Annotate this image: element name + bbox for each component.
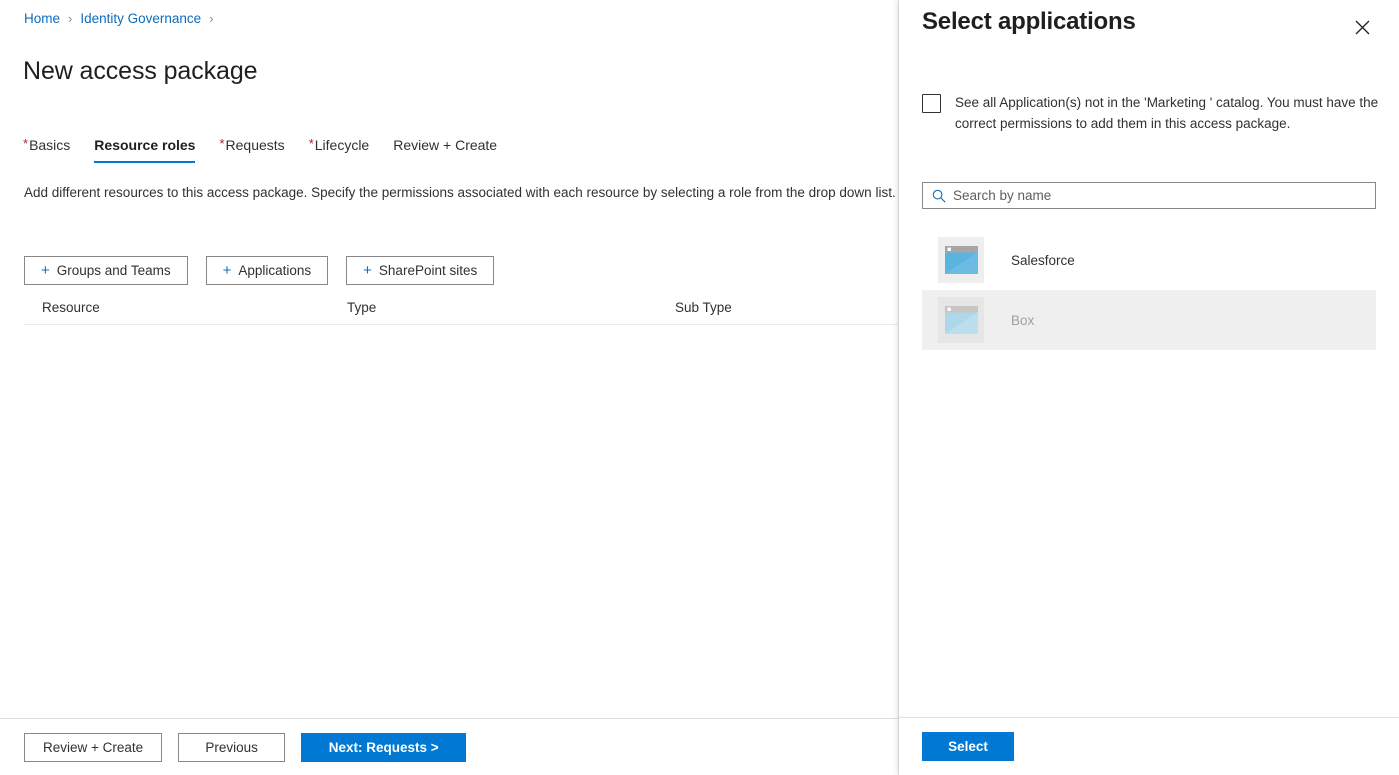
tab-label: Review + Create	[393, 137, 497, 153]
azure-portal-screen: Home › Identity Governance › New access …	[0, 0, 1399, 775]
select-applications-panel: Select applications See all Application(…	[899, 0, 1399, 775]
application-list-item: Box	[922, 290, 1376, 350]
required-asterisk: *	[219, 136, 224, 151]
add-sharepoint-sites-button[interactable]: + SharePoint sites	[346, 256, 494, 285]
page-title: New access package	[23, 57, 257, 86]
breadcrumb-separator-icon: ›	[68, 11, 72, 26]
resource-table: Resource Type Sub Type	[24, 298, 899, 325]
panel-footer: Select	[899, 717, 1399, 775]
wizard-tabs: *Basics Resource roles *Requests *Lifecy…	[23, 136, 521, 166]
checkbox-label: See all Application(s) not in the 'Marke…	[955, 92, 1380, 134]
close-icon[interactable]	[1348, 13, 1376, 41]
button-label: SharePoint sites	[379, 263, 477, 278]
plus-icon: +	[41, 263, 50, 278]
button-label: Groups and Teams	[57, 263, 171, 278]
add-applications-button[interactable]: + Applications	[206, 256, 329, 285]
tab-resource-roles[interactable]: Resource roles	[94, 136, 195, 163]
review-create-button[interactable]: Review + Create	[24, 733, 162, 762]
search-box[interactable]	[922, 182, 1376, 209]
panel-header: Select applications	[899, 0, 1399, 52]
panel-title: Select applications	[922, 8, 1136, 36]
table-header-row: Resource Type Sub Type	[24, 298, 899, 325]
plus-icon: +	[363, 263, 372, 278]
breadcrumb-item-home[interactable]: Home	[24, 11, 60, 26]
application-list: Salesforce Box	[922, 230, 1376, 350]
tab-requests[interactable]: *Requests	[219, 136, 284, 163]
breadcrumb: Home › Identity Governance ›	[24, 11, 222, 26]
tab-basics[interactable]: *Basics	[23, 136, 70, 163]
tab-label: Basics	[29, 137, 70, 153]
previous-button[interactable]: Previous	[178, 733, 285, 762]
column-header-resource: Resource	[24, 300, 347, 315]
wizard-footer: Review + Create Previous Next: Requests …	[0, 718, 899, 775]
required-asterisk: *	[309, 136, 314, 151]
column-header-sub-type: Sub Type	[675, 300, 899, 315]
add-groups-and-teams-button[interactable]: + Groups and Teams	[24, 256, 188, 285]
column-header-type: Type	[347, 300, 675, 315]
tab-review-create[interactable]: Review + Create	[393, 136, 497, 163]
tab-label: Requests	[226, 137, 285, 153]
search-input[interactable]	[953, 183, 1375, 208]
button-label: Applications	[238, 263, 311, 278]
add-resource-buttons: + Groups and Teams + Applications + Shar…	[24, 256, 494, 285]
tab-lifecycle[interactable]: *Lifecycle	[309, 136, 370, 163]
see-all-applications-checkbox[interactable]: See all Application(s) not in the 'Marke…	[922, 92, 1380, 134]
application-list-item[interactable]: Salesforce	[922, 230, 1376, 290]
select-button[interactable]: Select	[922, 732, 1014, 761]
next-requests-button[interactable]: Next: Requests >	[301, 733, 466, 762]
application-name: Box	[1011, 313, 1034, 328]
new-access-package-blade: Home › Identity Governance › New access …	[0, 0, 899, 775]
breadcrumb-item-identity-governance[interactable]: Identity Governance	[80, 11, 201, 26]
application-name: Salesforce	[1011, 253, 1075, 268]
search-icon	[932, 189, 946, 203]
resource-roles-description: Add different resources to this access p…	[24, 181, 899, 205]
plus-icon: +	[223, 263, 232, 278]
tab-label: Resource roles	[94, 137, 195, 153]
tab-label: Lifecycle	[315, 137, 369, 153]
application-icon	[938, 237, 984, 283]
required-asterisk: *	[23, 136, 28, 151]
breadcrumb-separator-icon: ›	[209, 11, 213, 26]
checkbox-box-icon	[922, 94, 941, 113]
description-text: Add different resources to this access p…	[24, 185, 896, 200]
application-icon	[938, 297, 984, 343]
